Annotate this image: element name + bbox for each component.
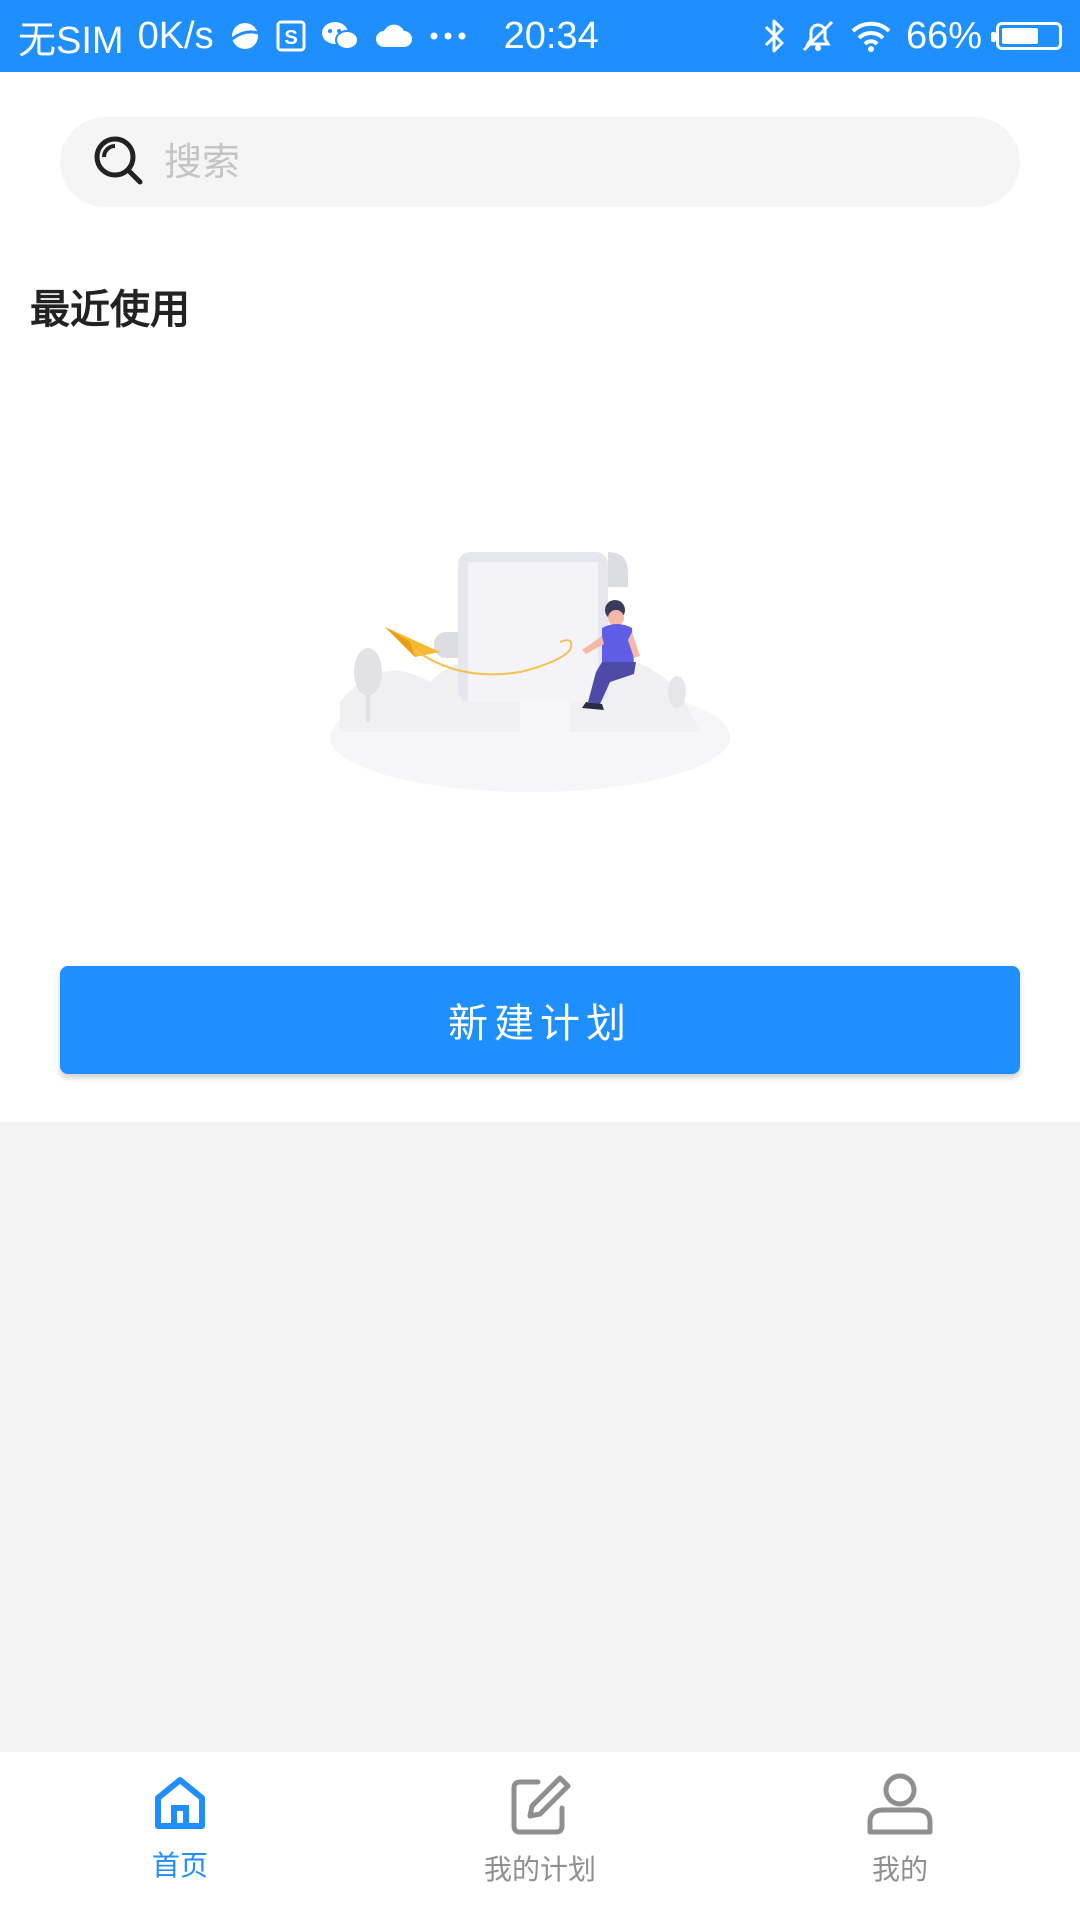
search-input[interactable]: [162, 139, 986, 185]
empty-state-illustration: [330, 552, 730, 792]
s-app-icon: S: [276, 20, 306, 52]
more-dots-icon: [428, 31, 468, 41]
nav-item-home[interactable]: 首页: [50, 1752, 310, 1884]
wifi-icon: [850, 19, 892, 53]
nav-label-my-plans: 我的计划: [483, 1853, 596, 1886]
home-icon: [150, 1772, 210, 1836]
carrier-label: 无SIM: [18, 19, 124, 62]
battery-level: [1002, 28, 1038, 44]
cloud-icon: [374, 21, 414, 51]
nav-item-me[interactable]: 我的: [770, 1752, 1030, 1888]
recent-section-title: 最近使用: [30, 287, 190, 333]
browser-icon: [228, 19, 262, 53]
home-content: 最近使用 新建计划: [0, 72, 1080, 1122]
battery-icon: [991, 22, 1062, 50]
bottom-nav: 首页 我的计划 我的: [0, 1752, 1080, 1920]
new-plan-button[interactable]: 新建计划: [60, 966, 1020, 1074]
nav-label-home: 首页: [151, 1849, 208, 1882]
clock: 20:34: [503, 14, 599, 57]
status-bar-left: 无SIM 0K/s S 20:34: [18, 9, 599, 64]
svg-text:S: S: [284, 27, 297, 49]
battery-percent: 66%: [905, 14, 982, 57]
bluetooth-icon: [762, 17, 786, 55]
wechat-icon: [320, 19, 360, 53]
edit-icon: [508, 1772, 572, 1840]
network-speed: 0K/s: [137, 14, 214, 57]
status-bar-right: 66%: [762, 15, 1062, 58]
status-bar: 无SIM 0K/s S 20:34 66%: [0, 0, 1080, 72]
nav-label-me: 我的: [871, 1853, 928, 1886]
bell-off-icon: [800, 18, 836, 54]
search-bar[interactable]: [60, 117, 1020, 207]
search-icon: [90, 132, 146, 192]
user-icon: [865, 1772, 935, 1840]
nav-item-my-plans[interactable]: 我的计划: [410, 1752, 670, 1888]
